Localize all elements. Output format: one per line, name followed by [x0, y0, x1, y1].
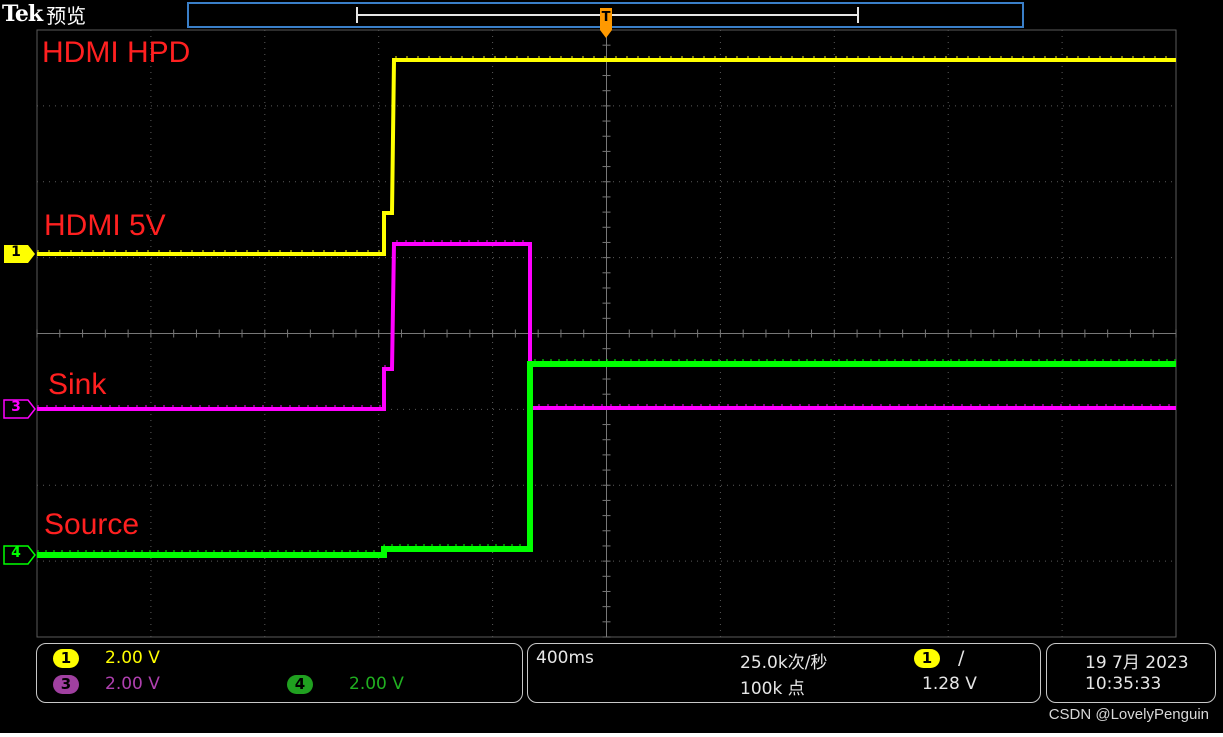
ch4-badge[interactable]: 4: [287, 675, 313, 694]
ch4-marker-number: 4: [11, 545, 21, 561]
label-source: Source: [44, 508, 140, 541]
date-value: 19 7月 2023: [1085, 653, 1189, 673]
ch1-scale[interactable]: 2.00 V: [105, 648, 160, 668]
ch1-marker-number: 1: [11, 244, 21, 260]
watermark-text: CSDN @LovelyPenguin: [1048, 706, 1209, 723]
datetime-panel: 19 7月 2023 10:35:33: [1046, 643, 1216, 703]
label-hdmi-5v: HDMI 5V: [44, 209, 166, 242]
record-length-value: 100k 点: [740, 679, 805, 699]
sample-rate-value: 25.0k次/秒: [740, 653, 828, 673]
ch3-scale[interactable]: 2.00 V: [105, 674, 160, 694]
display-svg: [0, 0, 1223, 733]
acquisition-mode-label: 预览: [46, 3, 87, 28]
ch1-badge[interactable]: 1: [53, 649, 79, 668]
brand-logo: Tek: [2, 1, 43, 27]
label-sink: Sink: [48, 368, 107, 401]
trigger-marker-label: T: [601, 10, 611, 25]
ch4-scale[interactable]: 2.00 V: [349, 674, 404, 694]
ch3-marker-number: 3: [11, 399, 21, 415]
timebase-value[interactable]: 400ms: [536, 648, 594, 668]
ch3-badge[interactable]: 3: [53, 675, 79, 694]
brand-header: Tek 预览: [2, 0, 86, 28]
oscilloscope-screen: Tek 预览 T 1 3 4 HDMI HPD HDMI 5V Sink Sou…: [0, 0, 1223, 733]
time-value: 10:35:33: [1085, 674, 1162, 694]
trigger-source-badge[interactable]: 1: [914, 649, 940, 668]
horizontal-trigger-panel[interactable]: 400ms 25.0k次/秒 100k 点 1 / 1.28 V: [527, 643, 1041, 703]
label-hdmi-hpd: HDMI HPD: [42, 36, 191, 69]
channel-scale-panel[interactable]: 1 2.00 V 3 2.00 V 4 2.00 V: [36, 643, 523, 703]
trigger-slope-icon[interactable]: /: [958, 647, 964, 669]
trigger-level-value[interactable]: 1.28 V: [922, 674, 977, 694]
